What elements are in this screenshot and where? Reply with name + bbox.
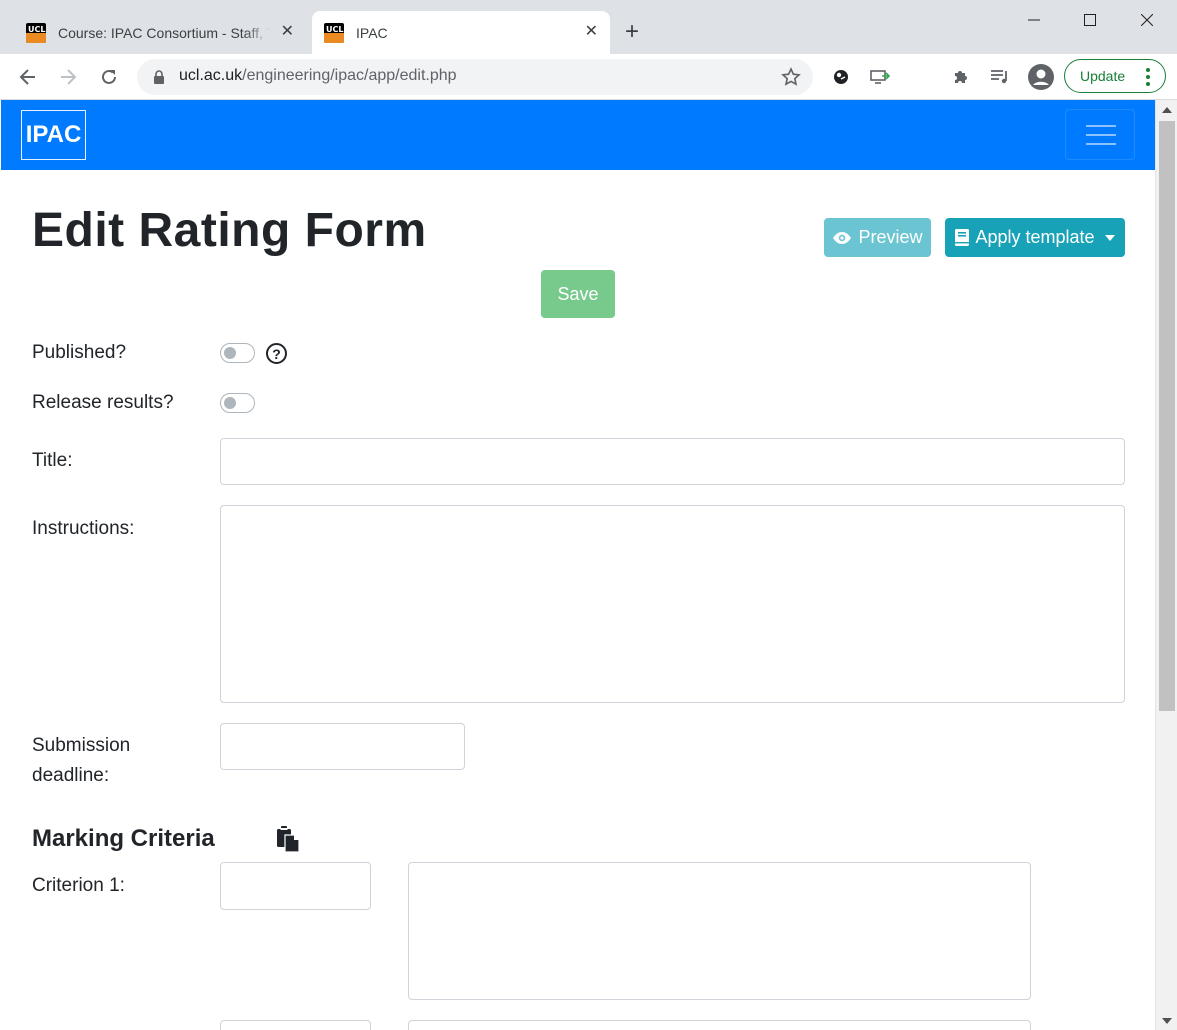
vpn-extension-icon[interactable] — [830, 66, 852, 88]
tab-title: IPAC — [356, 24, 388, 41]
published-toggle[interactable] — [220, 343, 255, 363]
paste-icon[interactable] — [276, 826, 300, 857]
instructions-label: Instructions: — [32, 518, 135, 539]
preview-label: Preview — [858, 227, 923, 247]
deadline-input[interactable] — [220, 723, 465, 770]
url-text: ucl.ac.uk/engineering/ipac/app/edit.php — [179, 67, 457, 84]
browser-toolbar: ucl.ac.uk/engineering/ipac/app/edit.php … — [0, 54, 1177, 141]
release-results-label: Release results? — [32, 392, 174, 413]
bookmark-star-icon[interactable] — [781, 67, 801, 92]
criterion-1-description[interactable] — [408, 862, 1031, 1000]
scroll-down-icon[interactable] — [1162, 1018, 1172, 1024]
criterion-1-label: Criterion 1: — [32, 875, 125, 896]
page-scrollbar[interactable] — [1155, 100, 1177, 1030]
page-title: Edit Rating Form — [32, 204, 427, 257]
navbar-toggler-button[interactable] — [1065, 109, 1135, 160]
cast-extension-icon[interactable] — [869, 66, 891, 88]
menu-dots-icon[interactable] — [1146, 68, 1150, 86]
browser-tab-course[interactable]: UCL Course: IPAC Consortium - Staff, Te … — [14, 11, 306, 54]
maximize-icon[interactable] — [1079, 9, 1101, 31]
preview-button[interactable]: Preview — [824, 218, 931, 257]
browser-tab-ipac[interactable]: UCL IPAC ✕ — [312, 11, 610, 54]
close-tab-icon[interactable]: ✕ — [281, 23, 294, 41]
scroll-up-icon[interactable] — [1162, 107, 1172, 113]
deadline-label: Submission deadline: — [32, 731, 130, 791]
instructions-textarea[interactable] — [220, 505, 1125, 703]
chevron-down-icon — [1104, 234, 1115, 241]
help-icon[interactable]: ? — [266, 343, 287, 364]
reload-icon[interactable] — [96, 64, 122, 90]
save-button[interactable]: Save — [541, 270, 615, 318]
apply-template-dropdown[interactable]: Apply template — [945, 218, 1125, 257]
extensions-puzzle-icon[interactable] — [950, 66, 972, 88]
update-label: Update — [1080, 68, 1126, 84]
top-navbar: IPAC — [1, 100, 1155, 170]
deadline-label-line2: deadline: — [32, 765, 110, 786]
eye-icon — [832, 231, 852, 245]
new-tab-icon[interactable]: + — [625, 20, 639, 44]
close-window-icon[interactable] — [1136, 9, 1158, 31]
brand-logo[interactable]: IPAC — [21, 110, 86, 160]
criterion-2-input[interactable] — [220, 1020, 371, 1030]
media-control-icon[interactable] — [989, 66, 1011, 88]
published-label: Published? — [32, 342, 127, 363]
release-results-toggle[interactable] — [220, 393, 255, 413]
back-icon[interactable] — [15, 64, 41, 90]
close-tab-icon[interactable]: ✕ — [585, 23, 598, 41]
ucl-favicon-icon: UCL — [26, 22, 46, 43]
scrollbar-thumb[interactable] — [1159, 121, 1175, 711]
criterion-2-description[interactable] — [408, 1020, 1031, 1030]
page-viewport: IPAC Edit Rating Form Preview Apply temp… — [1, 100, 1155, 1030]
minimize-icon[interactable] — [1023, 9, 1045, 31]
update-button[interactable]: Update — [1064, 59, 1166, 93]
book-icon — [955, 229, 970, 246]
apply-template-label: Apply template — [975, 227, 1095, 247]
profile-avatar-icon[interactable] — [1027, 63, 1055, 91]
forward-icon[interactable] — [55, 64, 81, 90]
title-input[interactable] — [220, 438, 1125, 485]
address-bar[interactable]: ucl.ac.uk/engineering/ipac/app/edit.php — [137, 59, 813, 95]
title-label: Title: — [32, 450, 73, 471]
criterion-1-input[interactable] — [220, 862, 371, 910]
ucl-favicon-icon: UCL — [324, 22, 344, 43]
browser-tab-strip: UCL Course: IPAC Consortium - Staff, Te … — [0, 0, 1177, 54]
deadline-label-line1: Submission — [32, 735, 131, 756]
tab-title: Course: IPAC Consortium - Staff, Te — [58, 24, 270, 41]
marking-criteria-heading: Marking Criteria — [32, 825, 215, 852]
lock-icon[interactable] — [153, 70, 165, 89]
